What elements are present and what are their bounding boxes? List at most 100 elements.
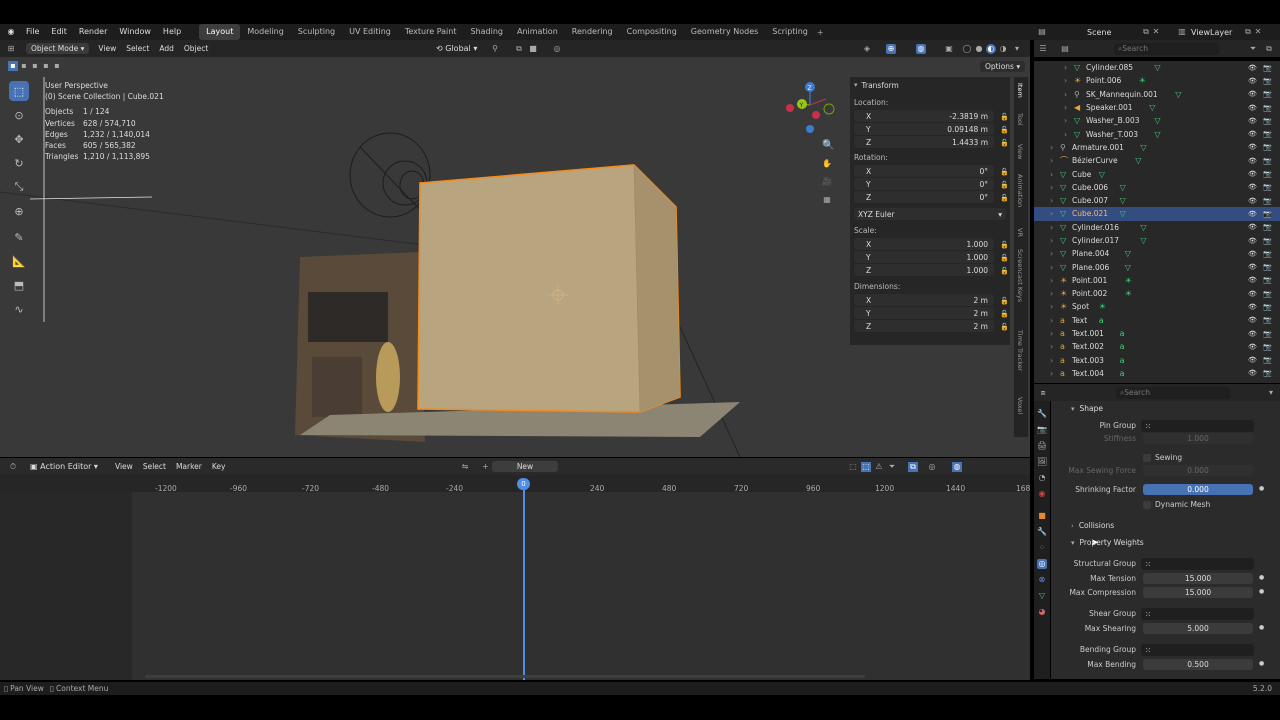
render-camera-icon[interactable]: 📷	[1263, 316, 1272, 324]
new-collection-icon[interactable]: ⧉	[1264, 44, 1274, 54]
render-camera-icon[interactable]: 📷	[1263, 104, 1272, 112]
tab-shading[interactable]: Shading	[463, 24, 510, 40]
proportional-edit-icon[interactable]: ◎	[552, 44, 562, 54]
zoom-icon[interactable]: 🔍	[822, 141, 834, 151]
data-tab-icon[interactable]: ▽	[1037, 591, 1047, 601]
expand-arrow-icon[interactable]: ›	[1050, 236, 1053, 245]
structural-group-field[interactable]: ⁙	[1141, 558, 1254, 570]
lock-icon[interactable]: 🔓	[1000, 267, 1009, 275]
outliner-item[interactable]: › ◀ Speaker.001 ▽ 👁 📷	[1034, 101, 1280, 114]
select-intersect-icon[interactable]: ▪	[52, 61, 62, 71]
bending-group-field[interactable]: ⁙	[1141, 644, 1254, 656]
tab-rendering[interactable]: Rendering	[565, 24, 620, 40]
render-camera-icon[interactable]: 📷	[1263, 90, 1272, 98]
render-camera-icon[interactable]: 📷	[1263, 250, 1272, 258]
outliner-item[interactable]: › ▽ Cylinder.016 ▽ 👁 📷	[1034, 221, 1280, 234]
select-new-icon[interactable]: ▪	[8, 61, 18, 71]
visibility-eye-icon[interactable]: 👁	[1248, 210, 1257, 218]
show-hidden-icon[interactable]: ⬚	[861, 461, 871, 472]
only-selected-icon[interactable]: ⬚	[848, 462, 858, 472]
pin-group-field[interactable]: ⁙	[1141, 420, 1254, 432]
outliner-item[interactable]: › ▽ Washer_B.003 ▽ 👁 📷	[1034, 114, 1280, 127]
snap-icon[interactable]: ⧉	[908, 461, 918, 472]
3d-viewport[interactable]: Z Y ⬚ ⊙ ✥ ↻ ⤡ ⊕ ✎ 📐 ⬒ ∿ ▪ ▪ ▪ ▪ ▪ User P…	[0, 57, 1030, 457]
select-box-tool-icon[interactable]: ⬚	[9, 81, 29, 101]
collisions-section-header[interactable]: › Collisions	[1071, 521, 1114, 530]
visibility-eye-icon[interactable]: 👁	[1248, 369, 1257, 377]
outliner-search-input[interactable]: ⌕ Search	[1114, 42, 1219, 55]
action-menu-view[interactable]: View	[110, 462, 138, 471]
max-shearing-field[interactable]: 5.000	[1143, 623, 1253, 634]
display-mode-icon[interactable]: ▤	[1060, 44, 1070, 54]
new-action-button[interactable]: New	[492, 461, 558, 472]
expand-arrow-icon[interactable]: ›	[1050, 369, 1053, 378]
expand-arrow-icon[interactable]: ›	[1050, 143, 1053, 152]
scale-z-field[interactable]: Z 1.000	[854, 264, 994, 276]
expand-arrow-icon[interactable]: ›	[1050, 289, 1053, 298]
expand-arrow-icon[interactable]: ›	[1064, 130, 1067, 139]
max-compression-field[interactable]: 15.000	[1143, 587, 1253, 598]
expand-arrow-icon[interactable]: ›	[1050, 196, 1053, 205]
outliner-item[interactable]: › ▽ Cube.007 ▽ 👁 📷	[1034, 194, 1280, 207]
tool-tab-icon[interactable]: 🔧	[1037, 409, 1047, 419]
render-camera-icon[interactable]: 📷	[1263, 223, 1272, 231]
overlays-icon[interactable]: ◍	[916, 43, 926, 54]
dimensions-x-field[interactable]: X 2 m	[854, 294, 994, 306]
visibility-eye-icon[interactable]: 👁	[1248, 237, 1257, 245]
outliner-item[interactable]: › ▽ Washer_T.003 ▽ 👁 📷	[1034, 127, 1280, 140]
action-editor-mode-dropdown[interactable]: ▣ Action Editor ▾	[30, 462, 110, 471]
new-scene-icon[interactable]: ⧉	[1141, 27, 1151, 37]
new-viewlayer-icon[interactable]: ⧉	[1243, 27, 1253, 37]
visibility-eye-icon[interactable]: 👁	[1248, 223, 1257, 231]
lock-icon[interactable]: 🔓	[1000, 323, 1009, 331]
proportional-icon[interactable]: ◎	[927, 462, 937, 472]
outliner-item[interactable]: › ☀ Point.002 ☀ 👁 📷	[1034, 287, 1280, 300]
view-layer-tab-icon[interactable]: 🖼	[1037, 457, 1047, 467]
render-camera-icon[interactable]: 📷	[1263, 237, 1272, 245]
lock-icon[interactable]: 🔓	[1000, 126, 1009, 134]
only-errors-icon[interactable]: ⚠	[874, 462, 884, 472]
visibility-eye-icon[interactable]: 👁	[1248, 104, 1257, 112]
action-editor-timeline[interactable]: 0	[0, 475, 1030, 680]
shading-options-icon[interactable]: ▾	[1012, 44, 1022, 54]
visibility-eye-icon[interactable]: 👁	[1248, 117, 1257, 125]
sidebar-tab-voxel[interactable]: Voxel	[1016, 397, 1024, 414]
tab-layout[interactable]: Layout	[199, 24, 241, 40]
render-camera-icon[interactable]: 📷	[1263, 343, 1272, 351]
expand-arrow-icon[interactable]: ›	[1050, 342, 1053, 351]
tab-animation[interactable]: Animation	[510, 24, 565, 40]
shading-solid-icon[interactable]: ●	[974, 44, 984, 54]
location-z-field[interactable]: Z 1.4433 m	[854, 136, 994, 148]
lock-icon[interactable]: 🔓	[1000, 168, 1009, 176]
select-invert-icon[interactable]: ▪	[41, 61, 51, 71]
visibility-eye-icon[interactable]: 👁	[1248, 130, 1257, 138]
menu-window[interactable]: Window	[113, 24, 157, 40]
outliner-item[interactable]: › a Text.003 a 👁 📷	[1034, 354, 1280, 367]
snap-target-icon[interactable]: ■	[528, 44, 538, 54]
lock-icon[interactable]: 🔓	[1000, 194, 1009, 202]
visibility-eye-icon[interactable]: 👁	[1248, 90, 1257, 98]
properties-editor-icon[interactable]: ⧈	[1038, 388, 1048, 398]
render-tab-icon[interactable]: 📷	[1037, 425, 1047, 435]
physics-tab-icon[interactable]: ◎	[1037, 559, 1047, 569]
visibility-eye-icon[interactable]: 👁	[1248, 183, 1257, 191]
tab-modeling[interactable]: Modeling	[240, 24, 290, 40]
render-camera-icon[interactable]: 📷	[1263, 276, 1272, 284]
sidebar-tab-screencast-keys[interactable]: Screencast Keys	[1016, 249, 1024, 302]
add-cube-tool-icon[interactable]: ⬒	[9, 275, 29, 295]
transform-tool-icon[interactable]: ⊕	[9, 201, 29, 221]
visibility-eye-icon[interactable]: 👁	[1248, 290, 1257, 298]
pan-hand-icon[interactable]: ✋	[822, 159, 832, 169]
outliner-item[interactable]: › a Text a 👁 📷	[1034, 314, 1280, 327]
sewing-checkbox[interactable]: Sewing	[1143, 453, 1182, 462]
visibility-eye-icon[interactable]: 👁	[1248, 276, 1257, 284]
location-x-field[interactable]: X -2.3819 m	[854, 110, 994, 122]
expand-arrow-icon[interactable]: ›	[1050, 263, 1053, 272]
render-camera-icon[interactable]: 📷	[1263, 303, 1272, 311]
camera-view-icon[interactable]: 🎥	[822, 177, 832, 187]
sidebar-tab-vr[interactable]: VR	[1016, 228, 1024, 237]
expand-arrow-icon[interactable]: ›	[1064, 103, 1067, 112]
rotate-tool-icon[interactable]: ↻	[9, 153, 29, 173]
filter-icon[interactable]: ⏷	[887, 462, 897, 472]
outliner-item[interactable]: › ▽ Cylinder.017 ▽ 👁 📷	[1034, 234, 1280, 247]
